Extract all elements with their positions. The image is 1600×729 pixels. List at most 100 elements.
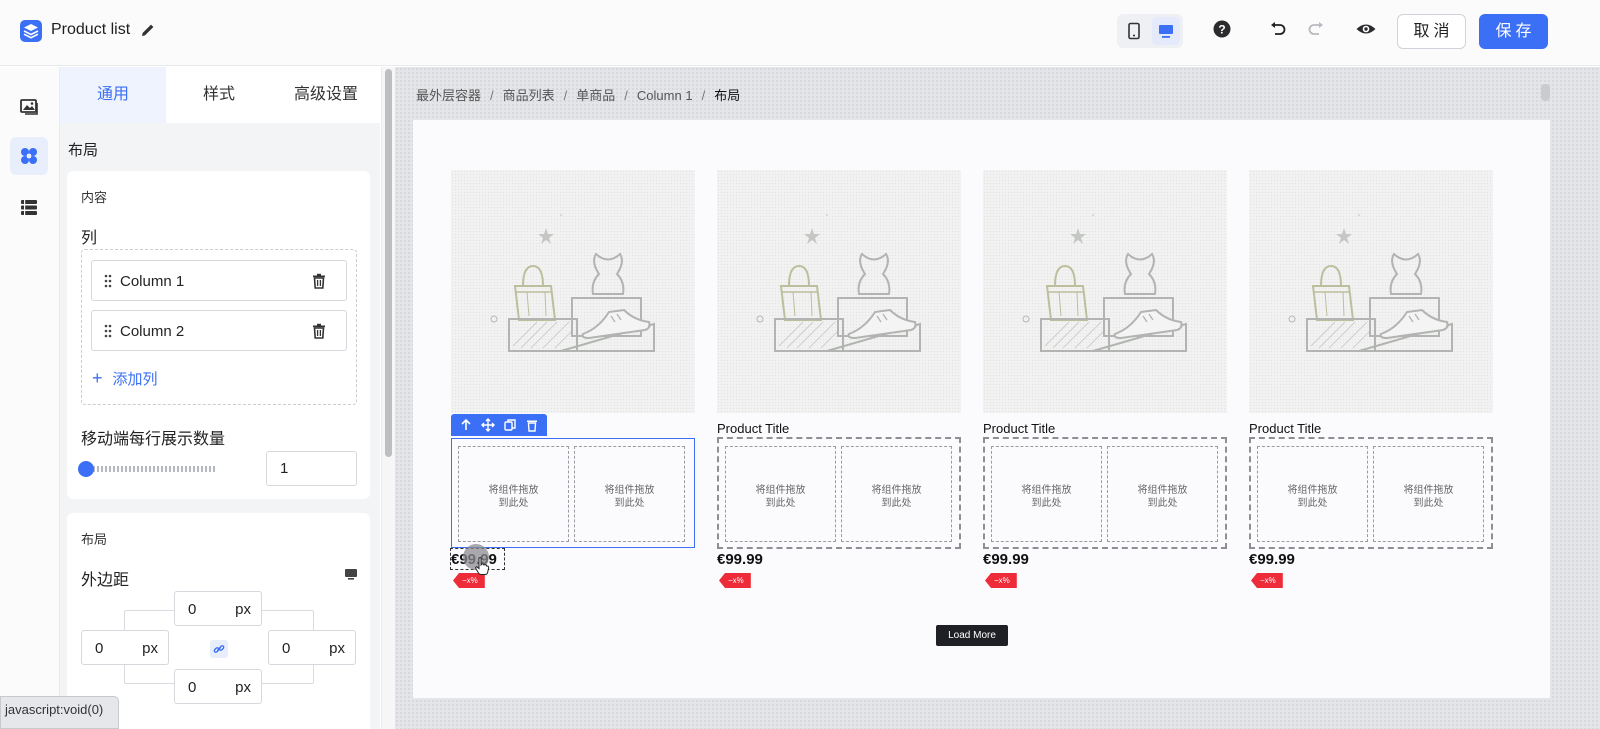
product-image[interactable]	[451, 170, 695, 413]
trash-icon[interactable]	[525, 418, 539, 432]
product-title[interactable]: Product Title	[983, 421, 1055, 436]
column-label: Column 1	[120, 273, 185, 290]
margin-top-input[interactable]: 0 px	[174, 591, 262, 626]
trash-icon[interactable]	[310, 272, 328, 290]
breadcrumb-item[interactable]: 最外层容器	[416, 88, 481, 103]
components-icon	[21, 148, 37, 164]
dropzone-column[interactable]: 将组件拖放 到此处	[841, 446, 952, 542]
arrow-up-icon[interactable]	[459, 418, 473, 432]
drag-handle-icon[interactable]	[104, 274, 112, 288]
margin-left-input[interactable]: 0 px	[81, 630, 169, 665]
link-icon	[213, 645, 225, 653]
cancel-button[interactable]: 取消	[1397, 14, 1466, 49]
eye-icon[interactable]	[1355, 19, 1377, 39]
slider-handle[interactable]	[78, 461, 94, 477]
discount-badge[interactable]: −x%	[1251, 573, 1283, 588]
content-card: 内容 列 Column 1 Column 2 + 添加列 移动端每行展示数量 1	[67, 171, 370, 499]
load-more-button[interactable]: Load More	[936, 625, 1008, 646]
product-placeholder-illustration	[490, 214, 655, 352]
margin-right-input[interactable]: 0 px	[268, 630, 356, 665]
product-title[interactable]: Product Title	[717, 421, 789, 436]
dropzone-column[interactable]: 将组件拖放 到此处	[1107, 446, 1218, 542]
component-toolbar	[451, 414, 547, 436]
dropzone-column[interactable]: 将组件拖放 到此处	[1373, 446, 1484, 542]
breadcrumb-item[interactable]: 单商品	[576, 88, 615, 103]
margin-top-value: 0	[188, 601, 197, 618]
tab-advanced[interactable]: 高级设置	[273, 67, 379, 123]
breadcrumb: 最外层容器 / 商品列表 / 单商品 / Column 1/布局	[416, 88, 741, 103]
mobile-icon	[1128, 22, 1140, 40]
layout-dropzone[interactable]: 将组件拖放 到此处 将组件拖放 到此处	[983, 437, 1227, 549]
columns-label: 列	[81, 230, 98, 247]
product-placeholder-illustration	[756, 214, 921, 352]
move-icon[interactable]	[481, 418, 495, 432]
save-button[interactable]: 保存	[1479, 14, 1548, 49]
discount-badge[interactable]: −x%	[985, 573, 1017, 588]
product-price[interactable]: €99.99	[717, 551, 763, 568]
mobile-view-button[interactable]	[1120, 17, 1148, 45]
mobile-per-row-label: 移动端每行展示数量	[81, 431, 226, 448]
layout-dropzone[interactable]: 将组件拖放 到此处 将组件拖放 到此处	[1249, 437, 1493, 549]
settings-panel: 通用 样式 高级设置 布局 内容 列 Column 1 Column 2 + 添加…	[60, 67, 380, 729]
icon-rail	[0, 67, 60, 729]
product-card[interactable]: 将组件拖放到此处 将组件拖放到此处 €99.99 −x%	[451, 170, 695, 600]
help-icon[interactable]: ?	[1212, 19, 1232, 39]
unit-label: px	[142, 640, 158, 657]
margin-bottom-value: 0	[188, 679, 197, 696]
mobile-per-row-input[interactable]: 1	[266, 451, 357, 486]
product-card[interactable]: Product Title 将组件拖放 到此处 将组件拖放 到此处 €99.99 −…	[717, 170, 961, 600]
product-image[interactable]	[717, 170, 961, 413]
rail-item-components[interactable]	[10, 137, 48, 175]
product-card[interactable]: Product Title 将组件拖放 到此处 将组件拖放 到此处 €99.99 −…	[983, 170, 1227, 600]
layout-dropzone[interactable]: 将组件拖放 到此处 将组件拖放 到此处	[717, 437, 961, 549]
product-price[interactable]: €99.99	[1249, 551, 1295, 568]
column-label: Column 2	[120, 323, 185, 340]
rail-item-sections[interactable]	[10, 188, 48, 226]
content-card-title: 内容	[81, 190, 108, 205]
margin-bottom-input[interactable]: 0 px	[174, 669, 262, 704]
desktop-icon[interactable]	[344, 567, 358, 581]
dropzone-column[interactable]: 将组件拖放 到此处	[574, 446, 685, 542]
desktop-view-button[interactable]	[1152, 17, 1180, 45]
product-card[interactable]: Product Title 将组件拖放 到此处 将组件拖放 到此处 €99.99 −…	[1249, 170, 1493, 600]
product-placeholder-illustration	[1022, 214, 1187, 352]
canvas-scroll-indicator[interactable]	[1541, 84, 1550, 101]
product-image[interactable]	[983, 170, 1227, 413]
add-column-button[interactable]: + 添加列	[92, 368, 158, 389]
margin-label: 外边距	[81, 572, 130, 589]
page-title: Product list	[51, 21, 131, 38]
redo-icon[interactable]	[1306, 19, 1326, 39]
scroll-thumb[interactable]	[385, 69, 392, 457]
pencil-icon[interactable]	[140, 22, 156, 38]
dropzone-column[interactable]: 将组件拖放 到此处	[458, 446, 569, 542]
dropzone-column[interactable]: 将组件拖放 到此处	[991, 446, 1102, 542]
tab-general[interactable]: 通用	[60, 67, 166, 123]
tab-style[interactable]: 样式	[166, 67, 272, 123]
dropzone-column[interactable]: 将组件拖放 到此处	[1257, 446, 1368, 542]
undo-icon[interactable]	[1268, 19, 1288, 39]
svg-text:?: ?	[1218, 23, 1225, 37]
copy-icon[interactable]	[503, 418, 517, 432]
trash-icon[interactable]	[310, 322, 328, 340]
product-price[interactable]: €99.99	[983, 551, 1029, 568]
status-bar-url: javascript:void(0)	[0, 696, 119, 729]
column-item[interactable]: Column 2	[91, 310, 347, 351]
rail-item-media[interactable]	[10, 87, 48, 125]
drag-handle-icon[interactable]	[104, 324, 112, 338]
mobile-per-row-slider[interactable]	[93, 466, 217, 472]
device-switcher	[1117, 14, 1183, 48]
link-margins-button[interactable]	[210, 640, 228, 658]
breadcrumb-item[interactable]: 商品列表	[503, 88, 555, 103]
product-title[interactable]: Product Title	[1249, 421, 1321, 436]
discount-badge[interactable]: −x%	[719, 573, 751, 588]
panel-scrollbar[interactable]	[381, 67, 395, 729]
layers-icon	[20, 20, 42, 42]
product-image[interactable]	[1249, 170, 1493, 413]
unit-label: px	[235, 601, 251, 618]
image-icon	[20, 99, 38, 115]
breadcrumb-item[interactable]: Column 1	[637, 88, 693, 103]
dropzone-column[interactable]: 将组件拖放 到此处	[725, 446, 836, 542]
layout-dropzone[interactable]: 将组件拖放 到此处 将组件拖放 到此处	[451, 438, 695, 548]
column-item[interactable]: Column 1	[91, 260, 347, 301]
margin-left-value: 0	[95, 640, 104, 657]
